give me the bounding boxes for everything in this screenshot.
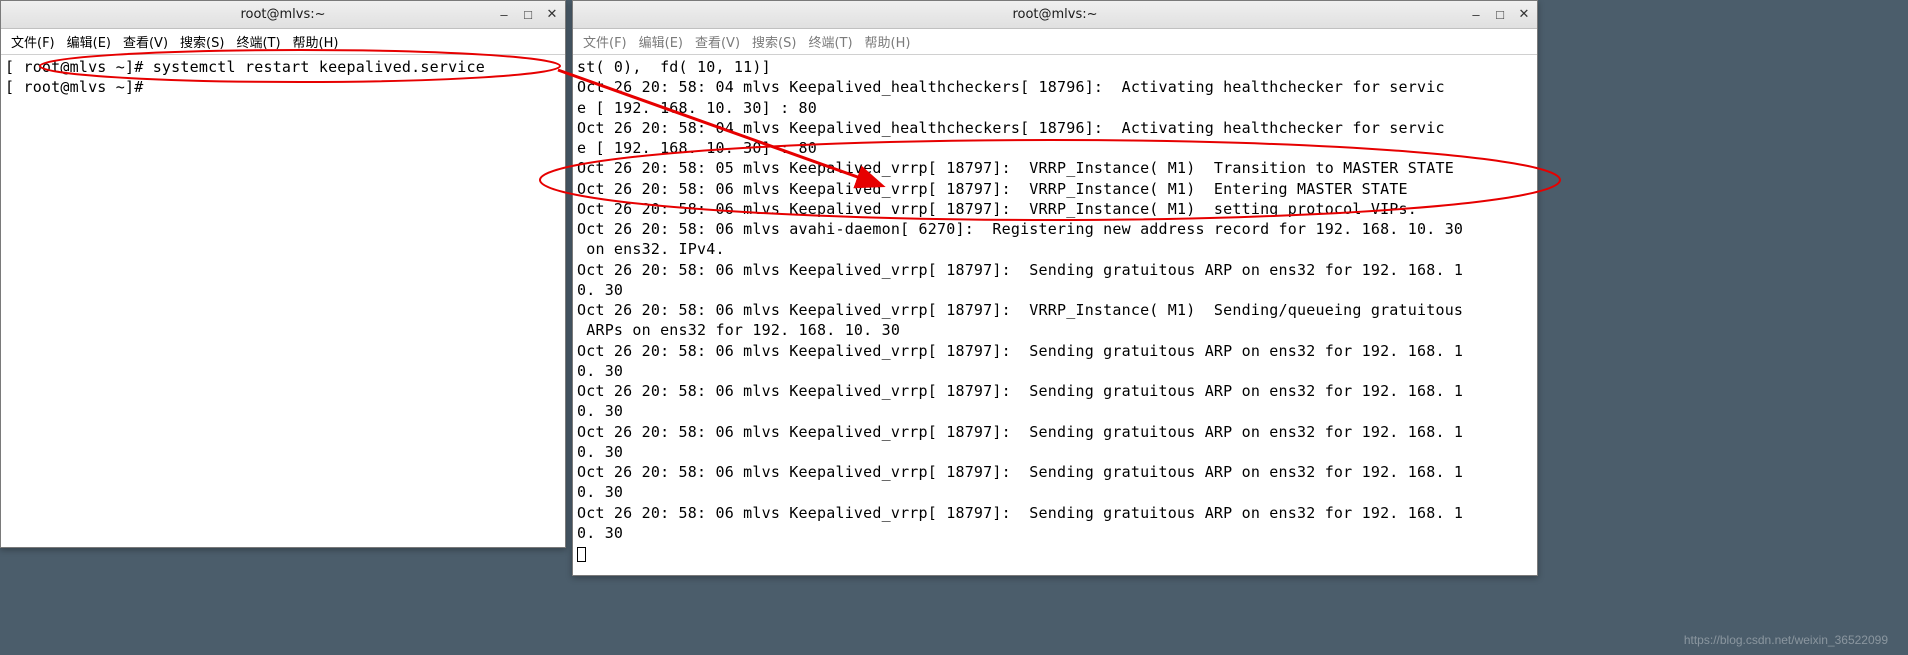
menubar-right: 文件(F) 编辑(E) 查看(V) 搜索(S) 终端(T) 帮助(H)	[573, 29, 1537, 55]
terminal-line: Oct 26 20: 58: 06 mlvs Keepalived_vrrp[ …	[577, 503, 1533, 523]
menu-search[interactable]: 搜索(S)	[180, 32, 224, 51]
menu-file[interactable]: 文件(F)	[11, 32, 55, 51]
maximize-button[interactable]: □	[1491, 5, 1509, 23]
menubar-left: 文件(F) 编辑(E) 查看(V) 搜索(S) 终端(T) 帮助(H)	[1, 29, 565, 55]
terminal-line: Oct 26 20: 58: 06 mlvs Keepalived_vrrp[ …	[577, 462, 1533, 482]
cursor-icon	[577, 547, 586, 562]
terminal-line: 0. 30	[577, 401, 1533, 421]
terminal-line: Oct 26 20: 58: 06 mlvs Keepalived_vrrp[ …	[577, 300, 1533, 320]
menu-view[interactable]: 查看(V)	[123, 32, 168, 51]
menu-help[interactable]: 帮助(H)	[293, 32, 339, 51]
terminal-line: Oct 26 20: 58: 06 mlvs avahi-daemon[ 627…	[577, 219, 1533, 239]
window-title: root@mlvs:~	[240, 7, 325, 22]
terminal-line: Oct 26 20: 58: 06 mlvs Keepalived_vrrp[ …	[577, 199, 1533, 219]
minimize-button[interactable]: –	[495, 5, 513, 23]
terminal-cursor-line	[577, 543, 1533, 563]
menu-edit[interactable]: 编辑(E)	[639, 32, 683, 51]
terminal-line: [ root@mlvs ~]# systemctl restart keepal…	[5, 57, 561, 77]
window-title: root@mlvs:~	[1012, 7, 1097, 22]
terminal-line: Oct 26 20: 58: 06 mlvs Keepalived_vrrp[ …	[577, 422, 1533, 442]
menu-edit[interactable]: 编辑(E)	[67, 32, 111, 51]
titlebar-right[interactable]: root@mlvs:~ – □ ✕	[573, 1, 1537, 29]
terminal-line: Oct 26 20: 58: 04 mlvs Keepalived_health…	[577, 118, 1533, 138]
menu-search[interactable]: 搜索(S)	[752, 32, 796, 51]
terminal-line: 0. 30	[577, 523, 1533, 543]
menu-file[interactable]: 文件(F)	[583, 32, 627, 51]
minimize-button[interactable]: –	[1467, 5, 1485, 23]
titlebar-left[interactable]: root@mlvs:~ – □ ✕	[1, 1, 565, 29]
terminal-line: 0. 30	[577, 482, 1533, 502]
terminal-line: Oct 26 20: 58: 06 mlvs Keepalived_vrrp[ …	[577, 341, 1533, 361]
terminal-line: ARPs on ens32 for 192. 168. 10. 30	[577, 320, 1533, 340]
window-controls: – □ ✕	[495, 5, 561, 23]
close-button[interactable]: ✕	[1515, 5, 1533, 23]
terminal-window-left: root@mlvs:~ – □ ✕ 文件(F) 编辑(E) 查看(V) 搜索(S…	[0, 0, 566, 548]
watermark: https://blog.csdn.net/weixin_36522099	[1684, 633, 1888, 647]
menu-terminal[interactable]: 终端(T)	[808, 32, 852, 51]
terminal-line: Oct 26 20: 58: 04 mlvs Keepalived_health…	[577, 77, 1533, 97]
terminal-output-left[interactable]: [ root@mlvs ~]# systemctl restart keepal…	[1, 55, 565, 547]
terminal-line: Oct 26 20: 58: 06 mlvs Keepalived_vrrp[ …	[577, 179, 1533, 199]
terminal-line: 0. 30	[577, 361, 1533, 381]
terminal-line: on ens32. IPv4.	[577, 239, 1533, 259]
maximize-button[interactable]: □	[519, 5, 537, 23]
close-button[interactable]: ✕	[543, 5, 561, 23]
terminal-line: e [ 192. 168. 10. 30] : 80	[577, 138, 1533, 158]
terminal-line: st( 0), fd( 10, 11)]	[577, 57, 1533, 77]
menu-terminal[interactable]: 终端(T)	[236, 32, 280, 51]
terminal-line: Oct 26 20: 58: 05 mlvs Keepalived_vrrp[ …	[577, 158, 1533, 178]
terminal-line: 0. 30	[577, 280, 1533, 300]
terminal-line: e [ 192. 168. 10. 30] : 80	[577, 98, 1533, 118]
terminal-line: [ root@mlvs ~]#	[5, 77, 561, 97]
window-controls: – □ ✕	[1467, 5, 1533, 23]
terminal-line: Oct 26 20: 58: 06 mlvs Keepalived_vrrp[ …	[577, 381, 1533, 401]
terminal-output-right[interactable]: st( 0), fd( 10, 11)]Oct 26 20: 58: 04 ml…	[573, 55, 1537, 575]
menu-view[interactable]: 查看(V)	[695, 32, 740, 51]
terminal-line: Oct 26 20: 58: 06 mlvs Keepalived_vrrp[ …	[577, 260, 1533, 280]
menu-help[interactable]: 帮助(H)	[865, 32, 911, 51]
terminal-window-right: root@mlvs:~ – □ ✕ 文件(F) 编辑(E) 查看(V) 搜索(S…	[572, 0, 1538, 576]
terminal-line: 0. 30	[577, 442, 1533, 462]
